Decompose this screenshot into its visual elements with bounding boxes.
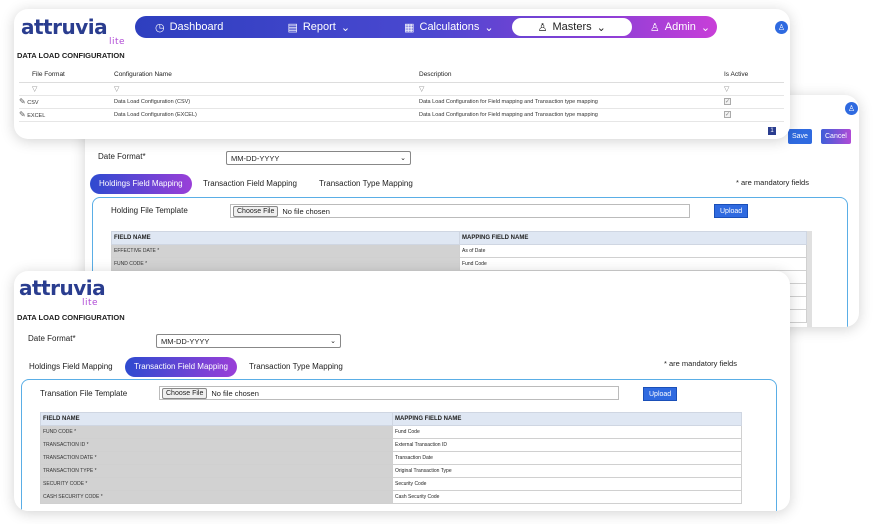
edit-icon[interactable]: ✎	[19, 110, 26, 119]
filter-icon[interactable]: ▽	[724, 86, 729, 93]
tab-transaction-type-mapping[interactable]: Transaction Type Mapping	[310, 174, 422, 194]
field-name-cell: CASH SECURITY CODE *	[40, 490, 393, 504]
tab-holdings-field-mapping[interactable]: Holdings Field Mapping	[20, 357, 122, 377]
masters-icon: ♙	[537, 21, 548, 34]
transaction-upload-button[interactable]: Upload	[643, 387, 678, 401]
description-header: Description	[419, 68, 724, 83]
mapping-field-cell[interactable]: External Transaction ID	[392, 438, 742, 452]
report-icon: ▤	[287, 21, 298, 34]
date-format-select[interactable]: MM-DD-YYYY ⌄	[226, 151, 411, 165]
configuration-table: File Format Configuration Name Descripti…	[19, 68, 784, 122]
page-title: DATA LOAD CONFIGURATION	[17, 313, 125, 322]
tab-transaction-type-mapping[interactable]: Transaction Type Mapping	[240, 357, 352, 377]
field-name-cell: TRANSACTION ID *	[40, 438, 393, 452]
field-name-cell: TRANSACTION DATE *	[40, 451, 393, 465]
transaction-mapping-table: FIELD NAME MAPPING FIELD NAME FUND CODE …	[40, 412, 742, 504]
attruvia-logo: attruvia lite	[21, 15, 126, 47]
nav-dashboard[interactable]: ◷ Dashboard	[143, 18, 235, 36]
tab-holdings-field-mapping[interactable]: Holdings Field Mapping	[90, 174, 192, 194]
nav-report[interactable]: ▤ Report ⌄	[275, 18, 362, 36]
table-row[interactable]: ✎ CSV Data Load Configuration (CSV) Data…	[19, 95, 784, 109]
cancel-button[interactable]: Cancel	[821, 129, 851, 144]
dashboard-icon: ◷	[155, 21, 165, 34]
nav-admin[interactable]: ♙ Admin ⌄	[638, 18, 722, 36]
mandatory-note: * are mandatory fields	[664, 359, 737, 368]
field-name-cell: TRANSACTION TYPE *	[40, 464, 393, 478]
chevron-down-icon: ⌄	[596, 21, 606, 34]
user-avatar-icon[interactable]: ♙	[775, 21, 788, 34]
field-name-cell: EFFECTIVE DATE *	[111, 244, 460, 258]
table-row[interactable]: SECURITY CODE *Security Code	[40, 477, 742, 491]
edit-icon[interactable]: ✎	[19, 97, 26, 106]
mapping-field-name-header: MAPPING FIELD NAME	[459, 231, 807, 245]
choose-file-button[interactable]: Choose File	[233, 206, 279, 217]
no-file-text: No file chosen	[211, 389, 259, 398]
tab-transaction-field-mapping[interactable]: Transaction Field Mapping	[194, 174, 306, 194]
transaction-mapping-box: Transation File Template Choose File No …	[21, 379, 777, 511]
table-row[interactable]: FUND CODE * Fund Code	[111, 257, 807, 271]
date-format-label: Date Format*	[28, 334, 76, 343]
field-name-header: FIELD NAME	[40, 412, 393, 426]
filter-icon[interactable]: ▽	[419, 86, 424, 93]
nav-masters[interactable]: ♙ Masters ⌄	[511, 18, 632, 36]
field-name-cell: FUND CODE *	[111, 257, 460, 271]
mapping-field-cell[interactable]: As of Date	[459, 244, 807, 258]
nav-calculations[interactable]: ▦ Calculations ⌄	[392, 18, 506, 36]
chevron-down-icon: ⌄	[340, 21, 351, 34]
table-row[interactable]: TRANSACTION DATE * Transaction Date	[40, 451, 742, 465]
filter-row: ▽ ▽ ▽ ▽	[19, 82, 784, 96]
chevron-down-icon: ⌄	[330, 338, 336, 345]
holding-upload-button[interactable]: Upload	[714, 204, 749, 218]
is-active-header: Is Active	[724, 68, 784, 83]
transaction-file-picker: Choose File No file chosen	[162, 388, 259, 399]
user-avatar-icon[interactable]: ♙	[845, 102, 858, 115]
attruvia-logo: attruvia lite	[19, 276, 106, 308]
admin-icon: ♙	[649, 21, 660, 34]
filter-icon[interactable]: ▽	[114, 86, 119, 93]
configuration-list-panel: attruvia lite ◷ Dashboard ▤ Report ⌄ ▦ C…	[14, 9, 790, 139]
date-format-label: Date Format*	[98, 152, 146, 161]
table-row[interactable]: FUND CODE * Fund Code	[40, 425, 742, 439]
mapping-field-cell[interactable]: Original Transaction Type	[392, 464, 742, 478]
holdings-scrollbar[interactable]	[807, 231, 812, 327]
save-button[interactable]: Save	[788, 129, 812, 144]
mapping-field-cell[interactable]: Transaction Date	[392, 451, 742, 465]
table-row[interactable]: TRANSACTION TYPE * Original Transaction T…	[40, 464, 742, 478]
no-file-text: No file chosen	[282, 207, 330, 216]
table-row[interactable]: ✎ EXCEL Data Load Configuration (EXCEL) …	[19, 108, 784, 122]
date-format-select[interactable]: MM-DD-YYYY ⌄	[156, 334, 341, 348]
field-name-cell: SECURITY CODE *	[40, 477, 393, 491]
choose-file-button[interactable]: Choose File	[162, 388, 208, 399]
holding-template-label: Holding File Template	[111, 206, 188, 215]
configuration-name-header: Configuration Name	[114, 68, 419, 83]
chevron-down-icon: ⌄	[400, 155, 406, 162]
field-name-cell: FUND CODE *	[40, 425, 393, 439]
is-active-checkbox[interactable]: ✓	[724, 111, 731, 118]
mapping-field-cell[interactable]: Security Code	[392, 477, 742, 491]
main-navigation: ◷ Dashboard ▤ Report ⌄ ▦ Calculations ⌄ …	[135, 16, 717, 38]
chevron-down-icon: ⌄	[700, 21, 711, 34]
mapping-field-cell[interactable]: Fund Code	[459, 257, 807, 271]
mapping-field-name-header: MAPPING FIELD NAME	[392, 412, 742, 426]
file-format-header: File Format	[19, 68, 114, 83]
transaction-mapping-panel: attruvia lite DATA LOAD CONFIGURATION Da…	[14, 271, 790, 511]
is-active-checkbox[interactable]: ✓	[724, 98, 731, 105]
page-title: DATA LOAD CONFIGURATION	[17, 51, 125, 60]
mapping-field-cell[interactable]: Fund Code	[392, 425, 742, 439]
calculator-icon: ▦	[404, 21, 415, 34]
chevron-down-icon: ⌄	[484, 21, 494, 34]
tab-transaction-field-mapping[interactable]: Transaction Field Mapping	[125, 357, 237, 377]
field-name-header: FIELD NAME	[111, 231, 460, 245]
holding-file-picker: Choose File No file chosen	[233, 206, 330, 217]
filter-icon[interactable]: ▽	[32, 86, 37, 93]
mapping-field-cell[interactable]: Cash Security Code	[392, 490, 742, 504]
mandatory-note: * are mandatory fields	[736, 178, 809, 187]
page-number-button[interactable]: 1	[768, 127, 776, 135]
table-row[interactable]: EFFECTIVE DATE * As of Date	[111, 244, 807, 258]
transaction-template-label: Transation File Template	[40, 389, 128, 398]
table-row[interactable]: TRANSACTION ID * External Transaction ID	[40, 438, 742, 452]
table-row[interactable]: CASH SECURITY CODE * Cash Security Code	[40, 490, 742, 504]
